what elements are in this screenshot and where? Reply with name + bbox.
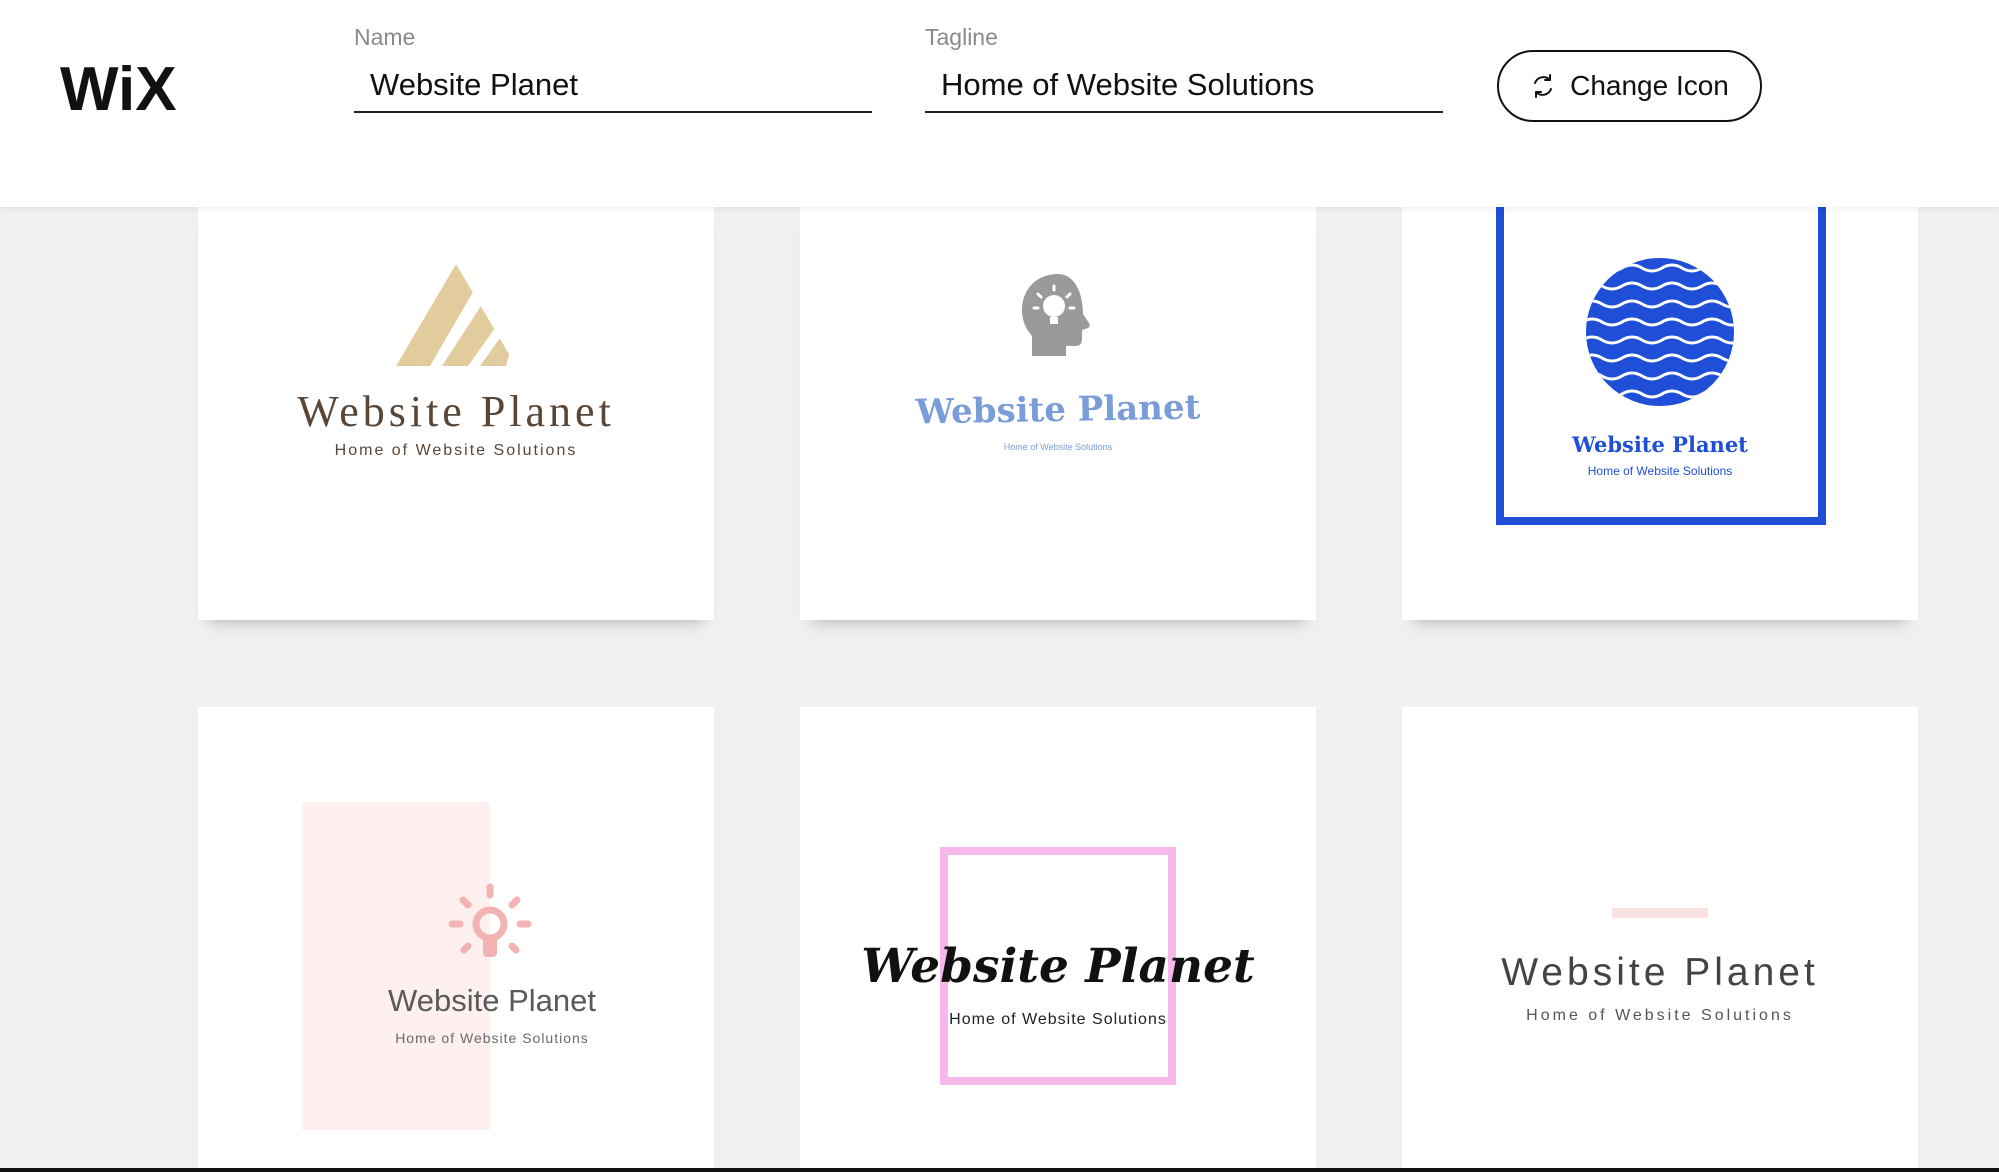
logo-tagline: Home of Website Solutions (1587, 464, 1733, 478)
logo-name: Website Planet (1501, 951, 1819, 994)
wave-globe-icon (1496, 200, 1826, 525)
name-input[interactable] (354, 67, 872, 113)
dash-icon (1612, 908, 1708, 918)
lightbulb-icon (302, 802, 532, 1130)
logo-card-4[interactable]: Website Planet Home of Website Solutions (198, 707, 714, 1172)
svg-text:WiX: WiX (60, 58, 177, 118)
tagline-field: Tagline (925, 24, 1443, 113)
logo-card-1[interactable]: Website Planet Home of Website Solutions (198, 200, 714, 620)
logo-name: Website Planet (1572, 432, 1748, 457)
logo-tagline: Home of Website Solutions (949, 1011, 1167, 1028)
logo-name: Website Planet (297, 387, 615, 436)
logo-card-3[interactable]: Website Planet Home of Website Solutions (1402, 200, 1918, 620)
top-bar: WiX Name Tagline Change Icon (0, 0, 1999, 207)
logo-card-2[interactable]: Website Planet Home of Website Solutions (800, 200, 1316, 620)
tagline-input[interactable] (925, 67, 1443, 113)
logo-tagline: Home of Website Solutions (395, 1030, 589, 1046)
bottom-edge (0, 1168, 1999, 1172)
logo-card-6[interactable]: Website Planet Home of Website Solutions (1402, 707, 1918, 1172)
logo-tagline: Home of Website Solutions (334, 442, 578, 459)
name-field: Name (354, 24, 872, 113)
name-label: Name (354, 24, 416, 50)
logo-card-5[interactable]: Website Planet Home of Website Solutions (800, 707, 1316, 1172)
change-icon-label: Change Icon (1570, 70, 1729, 101)
logo-tagline: Home of Website Solutions (1526, 1007, 1794, 1024)
logo-tagline: Home of Website Solutions (1003, 442, 1113, 452)
logo-name: Website Planet (861, 939, 1255, 994)
wix-logo[interactable]: WiX (60, 58, 200, 118)
change-icon-button[interactable]: Change Icon (1497, 50, 1762, 122)
logo-name: Website Planet (388, 983, 596, 1018)
tagline-label: Tagline (925, 24, 998, 50)
refresh-icon (1534, 74, 1553, 98)
